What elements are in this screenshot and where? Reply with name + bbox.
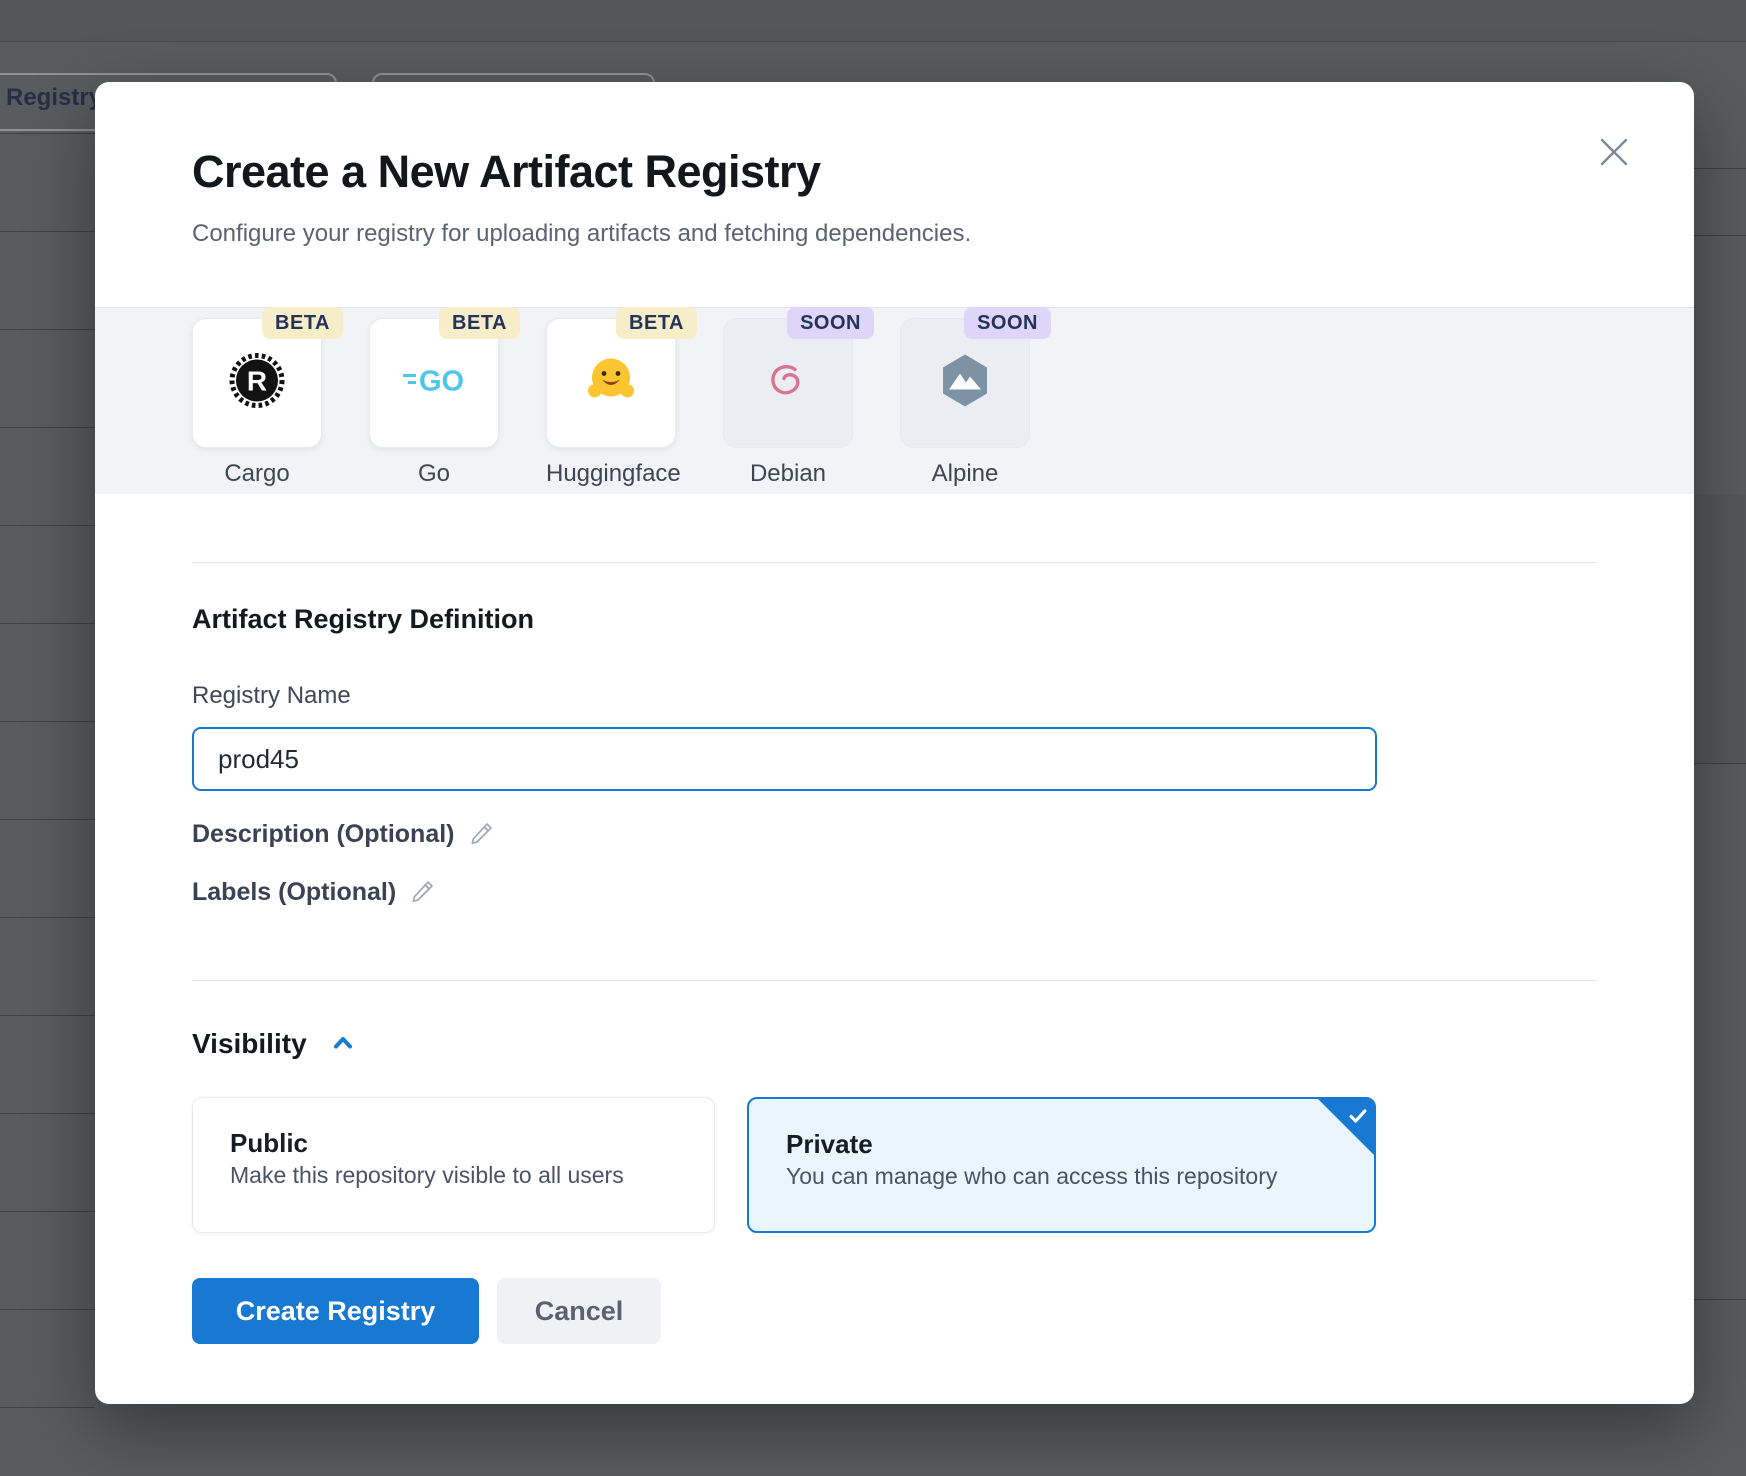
description-label: Description (Optional) [192,820,455,849]
pencil-icon [469,819,496,849]
definition-heading: Artifact Registry Definition [192,604,534,635]
divider [192,980,1597,981]
description-row: Description (Optional) [192,819,496,849]
registry-name-label: Registry Name [192,682,351,710]
registry-type-card-cargo[interactable]: BETA R [192,318,322,448]
visibility-option-title: Public [230,1128,308,1159]
go-icon: GO [401,361,467,406]
backdrop-topbar [0,0,1746,42]
pencil-icon [410,877,437,907]
labels-label: Labels (Optional) [192,878,396,907]
alpine-icon [936,352,994,415]
visibility-option-title: Private [786,1129,873,1160]
check-icon [1347,1105,1369,1132]
cargo-icon: R [228,352,286,415]
registry-type-label: Alpine [900,460,1030,488]
status-badge: BETA [439,307,520,339]
registry-type-label: Cargo [192,460,322,488]
visibility-header: Visibility [192,1028,357,1060]
status-badge: BETA [616,307,697,339]
visibility-option-private[interactable]: Private You can manage who can access th… [747,1097,1376,1233]
labels-row: Labels (Optional) [192,877,437,907]
registry-type-label: Debian [723,460,853,488]
status-badge: SOON [964,307,1051,339]
svg-text:R: R [247,366,267,397]
status-badge: SOON [787,307,874,339]
registry-type-card-huggingface[interactable]: BETA [546,318,676,448]
chevron-up-icon [329,1029,357,1060]
create-registry-modal: Create a New Artifact Registry Configure… [95,82,1694,1404]
visibility-option-description: Make this repository visible to all user… [230,1162,624,1189]
registry-type-label: Huggingface [546,460,676,488]
visibility-option-description: You can manage who can access this repos… [786,1163,1277,1190]
registry-type-card-debian: SOON [723,318,853,448]
screen: Registry Create a New Artifact Registry … [0,0,1746,1476]
registry-type-card-go[interactable]: BETA GO [369,318,499,448]
modal-subtitle: Configure your registry for uploading ar… [192,220,971,248]
visibility-collapse-button[interactable] [329,1029,357,1060]
svg-text:GO: GO [419,366,464,398]
edit-labels-button[interactable] [410,877,437,907]
close-button[interactable] [1595,134,1633,172]
close-icon [1596,158,1632,173]
status-badge: BETA [262,307,343,339]
modal-title: Create a New Artifact Registry [192,146,821,198]
cancel-button[interactable]: Cancel [497,1278,661,1344]
divider [192,562,1597,563]
edit-description-button[interactable] [469,819,496,849]
visibility-heading: Visibility [192,1028,307,1060]
visibility-option-public[interactable]: Public Make this repository visible to a… [192,1097,715,1233]
registry-type-card-alpine: SOON [900,318,1030,448]
registry-type-label: Go [369,460,499,488]
registry-name-input[interactable] [192,727,1377,791]
huggingface-icon [582,352,640,415]
debian-icon [759,352,817,415]
create-registry-button[interactable]: Create Registry [192,1278,479,1344]
